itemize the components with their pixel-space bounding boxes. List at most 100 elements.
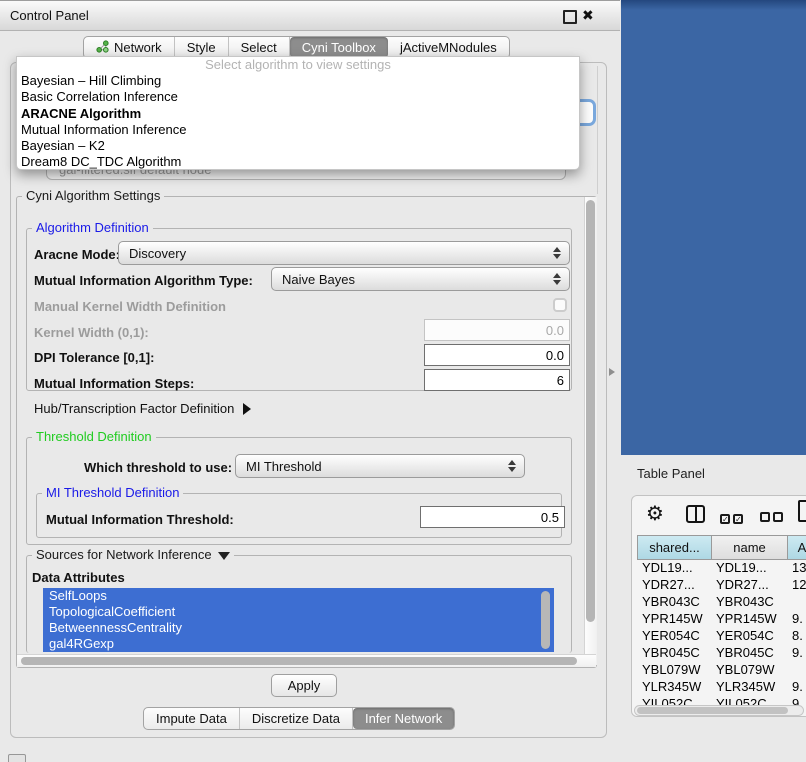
which-threshold-value: MI Threshold	[246, 459, 322, 474]
control-panel-title: Control Panel	[10, 8, 89, 23]
hidden-panel-grip[interactable]	[8, 754, 26, 762]
combo-arrows-icon	[508, 460, 516, 472]
tab-network[interactable]: Network	[84, 37, 175, 58]
tab-discretize-data[interactable]: Discretize Data	[240, 708, 353, 729]
table-cell: YDR27...	[711, 577, 787, 594]
tab-style[interactable]: Style	[175, 37, 229, 58]
tab-impute-data-label: Impute Data	[156, 711, 227, 726]
settings-vertical-scrollbar-thumb[interactable]	[586, 200, 595, 622]
sources-legend[interactable]: Sources for Network Inference	[32, 547, 234, 562]
mi-threshold-legend: MI Threshold Definition	[42, 485, 183, 500]
expander-collapsed-icon	[243, 403, 251, 415]
hub-factor-expander-label: Hub/Transcription Factor Definition	[34, 401, 234, 416]
panel-border-line	[597, 66, 598, 194]
tab-style-label: Style	[187, 40, 216, 55]
table-row[interactable]: YBR043C YBR043C	[637, 594, 806, 611]
split-columns-icon[interactable]	[686, 505, 705, 523]
tab-jactivemnodules-label: jActiveMNodules	[400, 40, 497, 55]
gear-icon[interactable]: ⚙	[646, 501, 664, 526]
column-header-label: shared...	[649, 540, 700, 555]
table-cell: YPR145W	[637, 611, 711, 628]
table-cell: YLR345W	[711, 679, 787, 696]
combo-arrows-icon	[553, 273, 561, 285]
expander-expanded-icon	[218, 552, 230, 560]
table-row[interactable]: YLR345W YLR345W 9.	[637, 679, 806, 696]
algorithm-option[interactable]: Bayesian – K2	[17, 138, 579, 154]
which-threshold-label: Which threshold to use:	[84, 460, 232, 475]
cyni-mode-tabbar: Impute Data Discretize Data Infer Networ…	[143, 707, 455, 730]
manual-kernel-checkbox[interactable]	[553, 298, 567, 312]
tab-infer-network[interactable]: Infer Network	[353, 708, 454, 729]
algorithm-option[interactable]: Mutual Information Inference	[17, 122, 579, 138]
kernel-width-field[interactable]	[424, 319, 570, 341]
aracne-mode-combobox[interactable]: Discovery	[118, 241, 570, 265]
deselect-all-columns-icon[interactable]	[760, 510, 786, 525]
table-cell: YPR145W	[711, 611, 787, 628]
tab-jactivemnodules[interactable]: jActiveMNodules	[388, 37, 509, 58]
table-cell: 12	[787, 577, 806, 594]
threshold-definition-legend: Threshold Definition	[32, 429, 156, 444]
column-header-shared-name[interactable]: shared...	[637, 535, 711, 560]
data-attributes-label: Data Attributes	[32, 570, 125, 585]
mi-steps-field[interactable]	[424, 369, 570, 391]
dpi-tolerance-label: DPI Tolerance [0,1]:	[34, 350, 154, 365]
network-window-frame: GAL GAL80 GAL10 GAL1 GAL11 GAL4 SWI4 GCY…	[621, 0, 806, 455]
column-header-name[interactable]: name	[711, 535, 787, 560]
table-row[interactable]: YER054C YER054C 8.	[637, 628, 806, 645]
algorithm-option[interactable]: Bayesian – Hill Climbing	[17, 73, 579, 89]
algorithm-option[interactable]: Dream8 DC_TDC Algorithm	[17, 154, 579, 170]
table-horizontal-scrollbar-thumb[interactable]	[637, 707, 788, 714]
table-cell: YBL079W	[711, 662, 787, 679]
column-header-label: A	[798, 540, 806, 555]
column-header-partial[interactable]: A	[787, 535, 806, 560]
table-cell: YER054C	[637, 628, 711, 645]
mi-type-label: Mutual Information Algorithm Type:	[34, 273, 253, 288]
tab-impute-data[interactable]: Impute Data	[144, 708, 240, 729]
select-all-columns-icon[interactable]: ✓✓	[720, 510, 746, 525]
list-item[interactable]: gal4RGexp	[43, 636, 554, 652]
float-window-icon[interactable]	[563, 10, 577, 24]
sources-legend-label: Sources for Network Inference	[36, 547, 212, 562]
table-row[interactable]: YPR145W YPR145W 9.	[637, 611, 806, 628]
new-column-icon[interactable]	[798, 500, 806, 522]
which-threshold-combobox[interactable]: MI Threshold	[235, 454, 525, 478]
table-cell: 9.	[787, 611, 806, 628]
list-item[interactable]: SelfLoops	[43, 588, 554, 604]
kernel-width-label: Kernel Width (0,1):	[34, 325, 149, 340]
table-cell	[787, 662, 806, 679]
table-cell: YDL19...	[637, 560, 711, 577]
table-cell: YBR045C	[637, 645, 711, 662]
close-icon[interactable]: ✖	[582, 7, 594, 24]
apply-button[interactable]: Apply	[271, 674, 337, 697]
table-cell: YDR27...	[637, 577, 711, 594]
table-cell: 8.	[787, 628, 806, 645]
table-row[interactable]: YBL079W YBL079W	[637, 662, 806, 679]
screen: Control Panel ✖ Network Style Select Cyn…	[0, 0, 806, 762]
manual-kernel-label: Manual Kernel Width Definition	[34, 299, 226, 314]
table-row[interactable]: YBR045C YBR045C 9.	[637, 645, 806, 662]
algorithm-option[interactable]: Basic Correlation Inference	[17, 89, 579, 105]
algorithm-dropdown-popup: Select algorithm to view settings Bayesi…	[16, 56, 580, 170]
dpi-tolerance-field[interactable]	[424, 344, 570, 366]
mi-type-combobox[interactable]: Naive Bayes	[271, 267, 570, 291]
tab-cyni-toolbox[interactable]: Cyni Toolbox	[290, 37, 388, 58]
unchecked-checkbox-icon	[773, 512, 783, 522]
tab-select[interactable]: Select	[229, 37, 290, 58]
network-icon	[96, 40, 109, 56]
hub-factor-expander[interactable]: Hub/Transcription Factor Definition	[34, 401, 251, 416]
list-scrollbar-thumb[interactable]	[541, 591, 550, 649]
table-panel-title: Table Panel	[637, 466, 705, 481]
mi-threshold-field[interactable]	[420, 506, 565, 528]
table-cell	[787, 594, 806, 611]
data-attributes-list[interactable]: SelfLoops TopologicalCoefficient Between…	[43, 588, 554, 652]
tab-cyni-toolbox-label: Cyni Toolbox	[302, 40, 376, 55]
algorithm-option-selected[interactable]: ARACNE Algorithm	[17, 106, 579, 122]
list-item[interactable]: BetweennessCentrality	[43, 620, 554, 636]
table-row[interactable]: YDR27... YDR27... 12	[637, 577, 806, 594]
aracne-mode-value: Discovery	[129, 246, 186, 261]
table-cell: 13	[787, 560, 806, 577]
list-item[interactable]: TopologicalCoefficient	[43, 604, 554, 620]
panel-divider-arrow[interactable]	[609, 368, 615, 376]
table-row[interactable]: YDL19... YDL19... 13	[637, 560, 806, 577]
settings-horizontal-scrollbar-thumb[interactable]	[21, 657, 577, 665]
